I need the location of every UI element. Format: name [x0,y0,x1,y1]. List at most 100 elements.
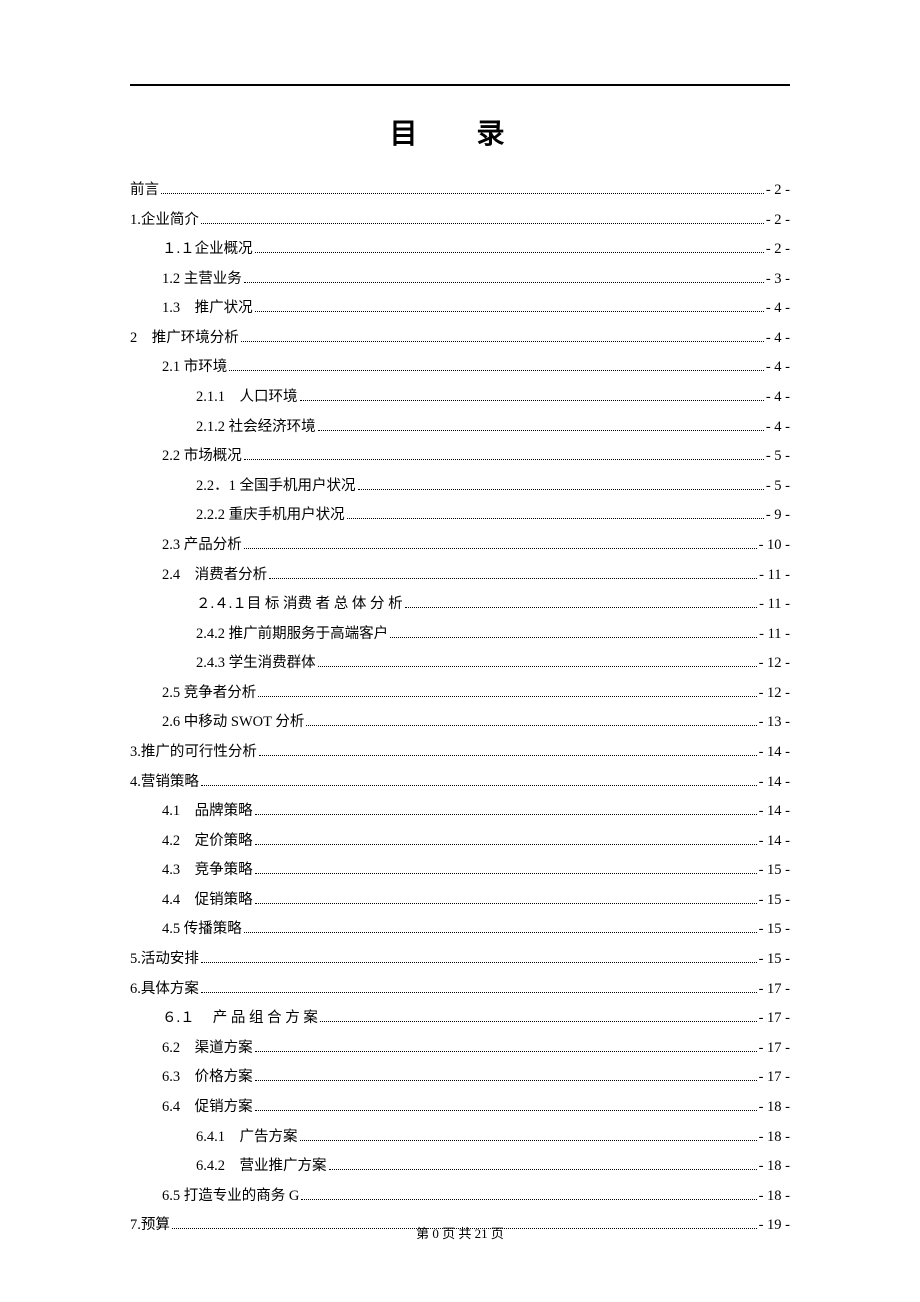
toc-entry: 6.4 促销方案- 18 - [130,1093,790,1123]
toc-entry-label: 2.6 中移动 SWOT 分析 [162,708,304,738]
toc-entry-label: 前言 [130,176,159,206]
toc-entry-label: 6.3 价格方案 [162,1063,253,1093]
toc-entry-page: - 15 - [759,945,790,975]
toc-entry-label: 2.4 消费者分析 [162,561,267,591]
toc-entry-label: 4.3 竞争策略 [162,856,253,886]
toc-entry: 2.1.2 社会经济环境- 4 - [130,413,790,443]
toc-entry-page: - 4 - [766,413,790,443]
toc-entry: 2.3 产品分析- 10 - [130,531,790,561]
toc-leader-dots [244,548,757,549]
toc-entry-label: 2.5 竞争者分析 [162,679,256,709]
toc-entry: 2.1.1 人口环境 - 4 - [130,383,790,413]
toc-entry-page: - 18 - [759,1152,790,1182]
toc-entry: 2 推广环境分析 - 4 - [130,324,790,354]
toc-leader-dots [301,1199,756,1200]
toc-entry-label: １.１企业概况 [162,235,253,265]
toc-leader-dots [259,755,757,756]
toc-entry-label: 6.具体方案 [130,975,199,1005]
toc-leader-dots [405,607,758,608]
toc-entry-page: - 17 - [759,1004,790,1034]
toc-entry-page: - 2 - [766,206,790,236]
toc-entry-label: 2.3 产品分析 [162,531,242,561]
toc-entry-label: 1.3 推广状况 [162,294,253,324]
toc-entry-page: - 11 - [759,590,790,620]
toc-entry: ２.４.１目 标 消费 者 总 体 分 析 - 11 - [130,590,790,620]
toc-leader-dots [161,193,764,194]
toc-leader-dots [201,962,757,963]
toc-entry-page: - 17 - [759,1063,790,1093]
toc-entry-page: - 15 - [759,915,790,945]
toc-leader-dots [255,1080,757,1081]
toc-entry-label: 6.2 渠道方案 [162,1034,253,1064]
toc-entry-page: - 4 - [766,324,790,354]
toc-leader-dots [229,370,764,371]
toc-entry-page: - 14 - [759,797,790,827]
toc-entry: 2.2.2 重庆手机用户状况 - 9 - [130,501,790,531]
toc-entry-label: 2.1 市环境 [162,353,227,383]
toc-entry-label: 1.企业简介 [130,206,199,236]
toc-entry-page: - 5 - [766,472,790,502]
toc-leader-dots [255,844,757,845]
toc-leader-dots [255,873,757,874]
toc-entry-label: ２.４.１目 标 消费 者 总 体 分 析 [196,590,403,620]
page-content: 目 录 前言- 2 -1.企业简介- 2 -１.１企业概况- 2 -1.2 主营… [0,0,920,1241]
toc-entry-label: 6.4 促销方案 [162,1093,253,1123]
toc-entry-page: - 18 - [759,1182,790,1212]
toc-entry: 3.推广的可行性分析- 14 - [130,738,790,768]
toc-entry: 6.具体方案- 17 - [130,975,790,1005]
top-divider [130,84,790,86]
toc-entry: 2.4 消费者分析 - 11 - [130,561,790,591]
toc-entry: 4.3 竞争策略 - 15 - [130,856,790,886]
toc-entry-page: - 2 - [766,176,790,206]
toc-leader-dots [318,430,764,431]
toc-entry-page: - 14 - [759,768,790,798]
toc-entry-page: - 9 - [766,501,790,531]
toc-entry: 2.1 市环境 - 4 - [130,353,790,383]
toc-entry: 6.4.1 广告方案- 18 - [130,1123,790,1153]
toc-entry-label: 6.5 打造专业的商务 G [162,1182,299,1212]
toc-entry-page: - 4 - [766,353,790,383]
toc-entry-page: - 5 - [766,442,790,472]
toc-entry-label: 2 推广环境分析 [130,324,239,354]
toc-entry: 4.1 品牌策略 - 14 - [130,797,790,827]
toc-leader-dots [255,814,757,815]
toc-entry-label: 4.1 品牌策略 [162,797,253,827]
table-of-contents: 前言- 2 -1.企业简介- 2 -１.１企业概况- 2 -1.2 主营业务- … [130,176,790,1241]
toc-leader-dots [201,992,757,993]
page-footer: 第 0 页 共 21 页 [0,1223,920,1242]
toc-leader-dots [358,489,764,490]
toc-entry-label: ６.１ 产 品 组 合 方 案 [162,1004,318,1034]
toc-leader-dots [347,518,764,519]
toc-entry-label: 2.4.3 学生消费群体 [196,649,316,679]
toc-entry: 6.2 渠道方案 - 17 - [130,1034,790,1064]
toc-leader-dots [306,725,756,726]
toc-leader-dots [241,341,764,342]
toc-entry: 6.4.2 营业推广方案- 18 - [130,1152,790,1182]
toc-entry-label: 2.2.2 重庆手机用户状况 [196,501,345,531]
toc-leader-dots [329,1169,757,1170]
toc-entry: ６.１ 产 品 组 合 方 案 - 17 - [130,1004,790,1034]
toc-entry-page: - 17 - [759,1034,790,1064]
toc-entry-page: - 12 - [759,649,790,679]
toc-leader-dots [201,223,764,224]
toc-entry-label: 6.4.1 广告方案 [196,1123,298,1153]
toc-entry-page: - 11 - [759,561,790,591]
toc-entry: 5.活动安排- 15 - [130,945,790,975]
toc-entry: 4.2 定价策略- 14 - [130,827,790,857]
toc-entry-page: - 15 - [759,886,790,916]
toc-leader-dots [255,903,757,904]
toc-entry-label: 2.1.1 人口环境 [196,383,298,413]
toc-entry: 6.3 价格方案 - 17 - [130,1063,790,1093]
toc-entry-page: - 14 - [759,827,790,857]
toc-entry: 2.6 中移动 SWOT 分析- 13 - [130,708,790,738]
toc-entry: 1.2 主营业务- 3 - [130,265,790,295]
toc-leader-dots [258,696,756,697]
toc-leader-dots [318,666,757,667]
toc-leader-dots [244,932,757,933]
toc-entry-page: - 15 - [759,856,790,886]
toc-entry-page: - 4 - [766,383,790,413]
toc-leader-dots [201,785,757,786]
toc-entry: 4.5 传播策略- 15 - [130,915,790,945]
toc-leader-dots [255,1110,757,1111]
toc-entry-label: 4.4 促销策略 [162,886,253,916]
